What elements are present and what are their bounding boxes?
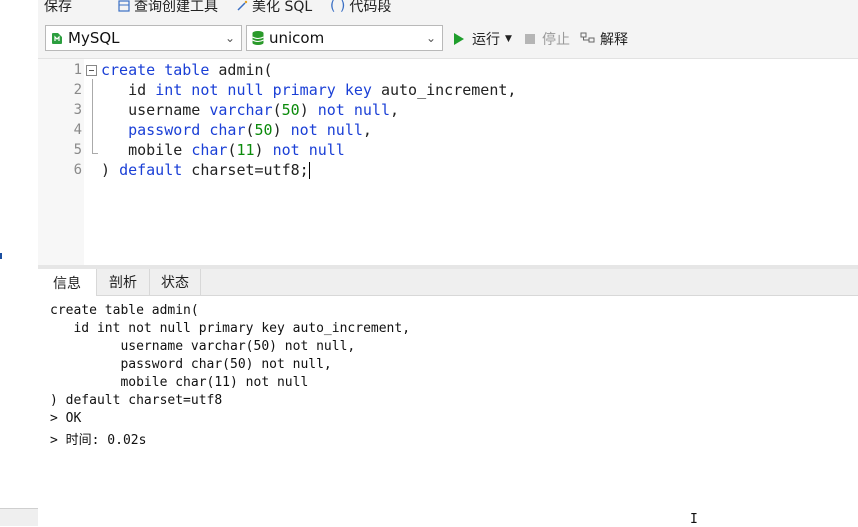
explain-label: 解释 bbox=[600, 32, 628, 48]
explain-button[interactable]: 解释 bbox=[580, 28, 628, 50]
line-number: 4 bbox=[73, 122, 82, 138]
mysql-connection-icon bbox=[52, 33, 62, 44]
play-icon bbox=[454, 33, 464, 45]
output-line: > 时间: 0.02s bbox=[50, 433, 147, 448]
message-output: create table admin( id int not null prim… bbox=[38, 296, 858, 525]
query-builder-button[interactable]: 查询创建工具 bbox=[118, 0, 218, 16]
code-line-6: ) default charset=utf8; bbox=[101, 161, 310, 179]
line-number: 2 bbox=[73, 82, 82, 98]
output-line: username varchar(50) not null, bbox=[50, 339, 356, 354]
tab-info[interactable]: 信息 bbox=[38, 269, 97, 296]
connection-value: MySQL bbox=[68, 29, 120, 47]
code-snippet-icon: ( ) bbox=[330, 0, 346, 14]
stop-button[interactable]: 停止 bbox=[524, 28, 570, 50]
code-line-4: password char(50) not null, bbox=[128, 121, 372, 139]
code-line-5: mobile char(11) not null bbox=[101, 141, 345, 159]
line-number: 3 bbox=[73, 102, 82, 118]
code-line-2: id int not null primary key auto_increme… bbox=[101, 81, 517, 99]
fold-guide-end bbox=[92, 153, 98, 154]
left-panel-footer bbox=[0, 508, 38, 526]
left-panel-marker bbox=[0, 253, 2, 259]
fold-toggle-icon[interactable] bbox=[86, 65, 98, 77]
output-line: create table admin( bbox=[50, 303, 199, 318]
output-line: id int not null primary key auto_increme… bbox=[50, 321, 411, 336]
tab-profile-label: 剖析 bbox=[109, 275, 137, 291]
beautify-sql-label: 美化 SQL bbox=[252, 0, 313, 15]
explain-icon bbox=[580, 32, 595, 43]
run-label: 运行 bbox=[472, 32, 500, 48]
query-toolbar: MySQL ⌄ unicom ⌄ 运行 ▼ 停止 解释 bbox=[38, 20, 858, 59]
database-select[interactable]: unicom ⌄ bbox=[246, 25, 443, 51]
chevron-down-icon: ⌄ bbox=[224, 31, 235, 45]
output-line: ) default charset=utf8 bbox=[50, 393, 223, 408]
save-button[interactable]: 保存 bbox=[44, 0, 72, 16]
tab-status[interactable]: 状态 bbox=[150, 269, 201, 295]
output-line: password char(50) not null, bbox=[50, 357, 332, 372]
beautify-sql-button[interactable]: 美化 SQL bbox=[236, 0, 312, 16]
text-cursor bbox=[308, 162, 310, 179]
code-line-3: username varchar(50) not null, bbox=[101, 101, 400, 119]
result-tabs: 信息 剖析 状态 bbox=[38, 269, 858, 296]
output-line: > OK bbox=[50, 411, 82, 426]
code-snippet-button[interactable]: ( ) 代码段 bbox=[330, 0, 391, 16]
connection-select[interactable]: MySQL ⌄ bbox=[45, 25, 242, 51]
code-snippet-label: 代码段 bbox=[349, 0, 392, 15]
left-panel bbox=[0, 0, 39, 525]
line-number: 1 bbox=[73, 62, 82, 78]
output-line: mobile char(11) not null bbox=[50, 375, 309, 390]
stop-icon bbox=[525, 34, 535, 44]
line-number-gutter: 1 2 3 4 5 6 bbox=[38, 59, 84, 265]
line-number: 6 bbox=[73, 162, 82, 178]
main-toolbar: 保存 查询创建工具 美化 SQL ( ) 代码段 bbox=[38, 0, 858, 20]
tab-info-label: 信息 bbox=[53, 275, 81, 292]
tab-profile[interactable]: 剖析 bbox=[97, 269, 150, 295]
magic-wand-icon bbox=[237, 0, 248, 11]
run-dropdown-icon[interactable]: ▼ bbox=[505, 34, 512, 44]
run-button[interactable]: 运行 ▼ bbox=[452, 28, 512, 50]
tab-status-label: 状态 bbox=[161, 275, 189, 291]
sql-editor[interactable]: 1 2 3 4 5 6 create table admin( id int n… bbox=[38, 59, 858, 265]
database-icon bbox=[252, 31, 264, 45]
save-label: 保存 bbox=[44, 0, 72, 15]
database-value: unicom bbox=[269, 29, 325, 47]
stop-label: 停止 bbox=[542, 32, 570, 48]
code-line-1: create table admin( bbox=[101, 61, 273, 79]
fold-guide bbox=[92, 79, 93, 154]
query-builder-icon bbox=[118, 0, 130, 12]
line-number: 5 bbox=[73, 142, 82, 158]
query-builder-label: 查询创建工具 bbox=[134, 0, 218, 15]
chevron-down-icon: ⌄ bbox=[425, 31, 436, 45]
